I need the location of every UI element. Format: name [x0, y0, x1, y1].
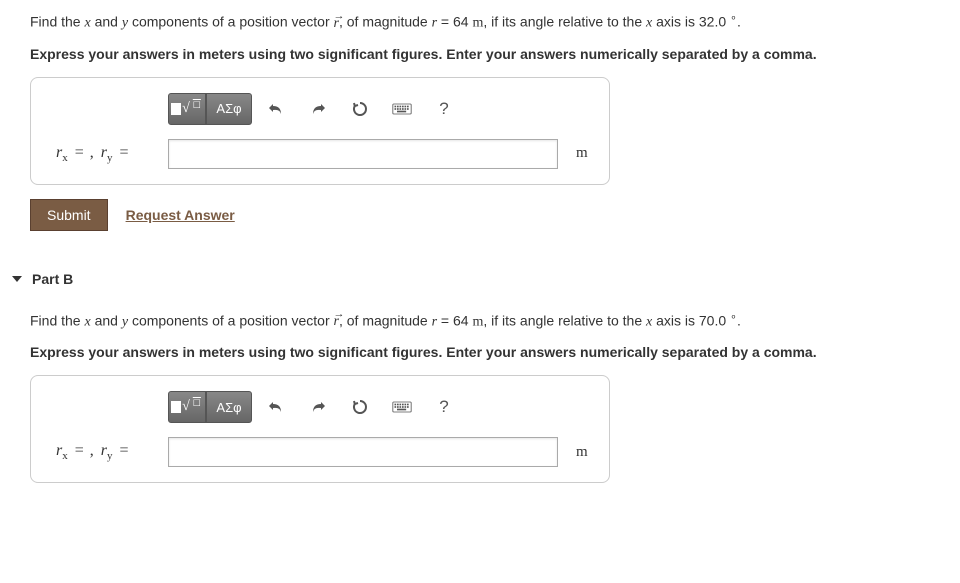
lhs-b: rx =, ry =: [56, 442, 168, 462]
rect-icon: [171, 103, 181, 115]
undo-icon: [267, 400, 285, 414]
part-b-header[interactable]: Part B: [12, 271, 930, 287]
unit-m: m: [472, 16, 483, 31]
t: ,: [90, 144, 98, 161]
instruction-b: Express your answers in meters using two…: [30, 342, 930, 363]
radical-icon: √☐: [182, 399, 203, 415]
request-answer-link[interactable]: Request Answer: [126, 207, 235, 223]
t: .: [737, 14, 741, 30]
t: components of a position vector: [128, 312, 333, 328]
answer-row-a: rx =, ry = m: [56, 139, 594, 169]
help-button[interactable]: ?: [426, 93, 462, 125]
submit-button[interactable]: Submit: [30, 199, 108, 231]
answer-row-b: rx =, ry = m: [56, 437, 594, 467]
t: = 64: [437, 312, 472, 328]
t: axis is 32.0: [652, 14, 730, 30]
t: components of a position vector: [128, 14, 333, 30]
t: y: [107, 450, 113, 462]
rect-icon: [171, 401, 181, 413]
answer-input-b[interactable]: [168, 437, 558, 467]
keyboard-icon: [392, 103, 412, 115]
t: Find the: [30, 312, 84, 328]
instruction-a: Express your answers in meters using two…: [30, 44, 930, 65]
reset-button[interactable]: [342, 391, 378, 423]
answer-box-b: √☐ ΑΣφ ? rx =, ry = m: [30, 375, 610, 483]
part-b-section: Part B Find the x and y components of a …: [30, 271, 930, 484]
t: , of magnitude: [339, 312, 432, 328]
greek-button[interactable]: ΑΣφ: [206, 391, 252, 423]
t: x: [62, 450, 68, 462]
reset-button[interactable]: [342, 93, 378, 125]
t: =: [75, 442, 84, 459]
tb-group: √☐ ΑΣφ: [168, 391, 252, 423]
t: , of magnitude: [339, 14, 432, 30]
radical-icon: √☐: [182, 101, 203, 117]
keyboard-button[interactable]: [384, 391, 420, 423]
t: , if its angle relative to the: [483, 14, 646, 30]
t: =: [120, 144, 129, 161]
redo-icon: [309, 102, 327, 116]
t: .: [737, 312, 741, 328]
reset-icon: [351, 398, 369, 416]
vector-r: r: [334, 314, 339, 329]
undo-button[interactable]: [258, 391, 294, 423]
vector-r: r: [334, 16, 339, 31]
lhs-a: rx =, ry =: [56, 144, 168, 164]
submit-row-a: Submit Request Answer: [30, 199, 930, 231]
keyboard-icon: [392, 401, 412, 413]
part-a-section: Find the x and y components of a positio…: [30, 10, 930, 231]
degree-sym: ∘: [730, 12, 737, 24]
question-b: Find the x and y components of a positio…: [30, 309, 930, 333]
unit-m: m: [472, 314, 483, 329]
t: Find the: [30, 14, 84, 30]
tb-group: √☐ ΑΣφ: [168, 93, 252, 125]
unit-b: m: [576, 444, 588, 461]
t: y: [107, 152, 113, 164]
toolbar-a: √☐ ΑΣφ ?: [168, 93, 594, 125]
redo-icon: [309, 400, 327, 414]
t: ,: [90, 442, 98, 459]
t: =: [75, 144, 84, 161]
t: =: [120, 442, 129, 459]
chevron-down-icon: [12, 276, 22, 282]
part-b-title: Part B: [32, 271, 73, 287]
unit-a: m: [576, 145, 588, 162]
template-button[interactable]: √☐: [168, 391, 206, 423]
reset-icon: [351, 100, 369, 118]
greek-button[interactable]: ΑΣφ: [206, 93, 252, 125]
answer-box-a: √☐ ΑΣφ ? rx =, ry = m: [30, 77, 610, 185]
undo-button[interactable]: [258, 93, 294, 125]
help-button[interactable]: ?: [426, 391, 462, 423]
template-button[interactable]: √☐: [168, 93, 206, 125]
keyboard-button[interactable]: [384, 93, 420, 125]
redo-button[interactable]: [300, 93, 336, 125]
toolbar-b: √☐ ΑΣφ ?: [168, 391, 594, 423]
t: , if its angle relative to the: [483, 312, 646, 328]
degree-sym: ∘: [730, 311, 737, 323]
question-a: Find the x and y components of a positio…: [30, 10, 930, 34]
t: and: [91, 14, 122, 30]
t: = 64: [437, 14, 472, 30]
t: x: [62, 152, 68, 164]
t: and: [91, 312, 122, 328]
redo-button[interactable]: [300, 391, 336, 423]
answer-input-a[interactable]: [168, 139, 558, 169]
t: axis is 70.0: [652, 312, 730, 328]
undo-icon: [267, 102, 285, 116]
